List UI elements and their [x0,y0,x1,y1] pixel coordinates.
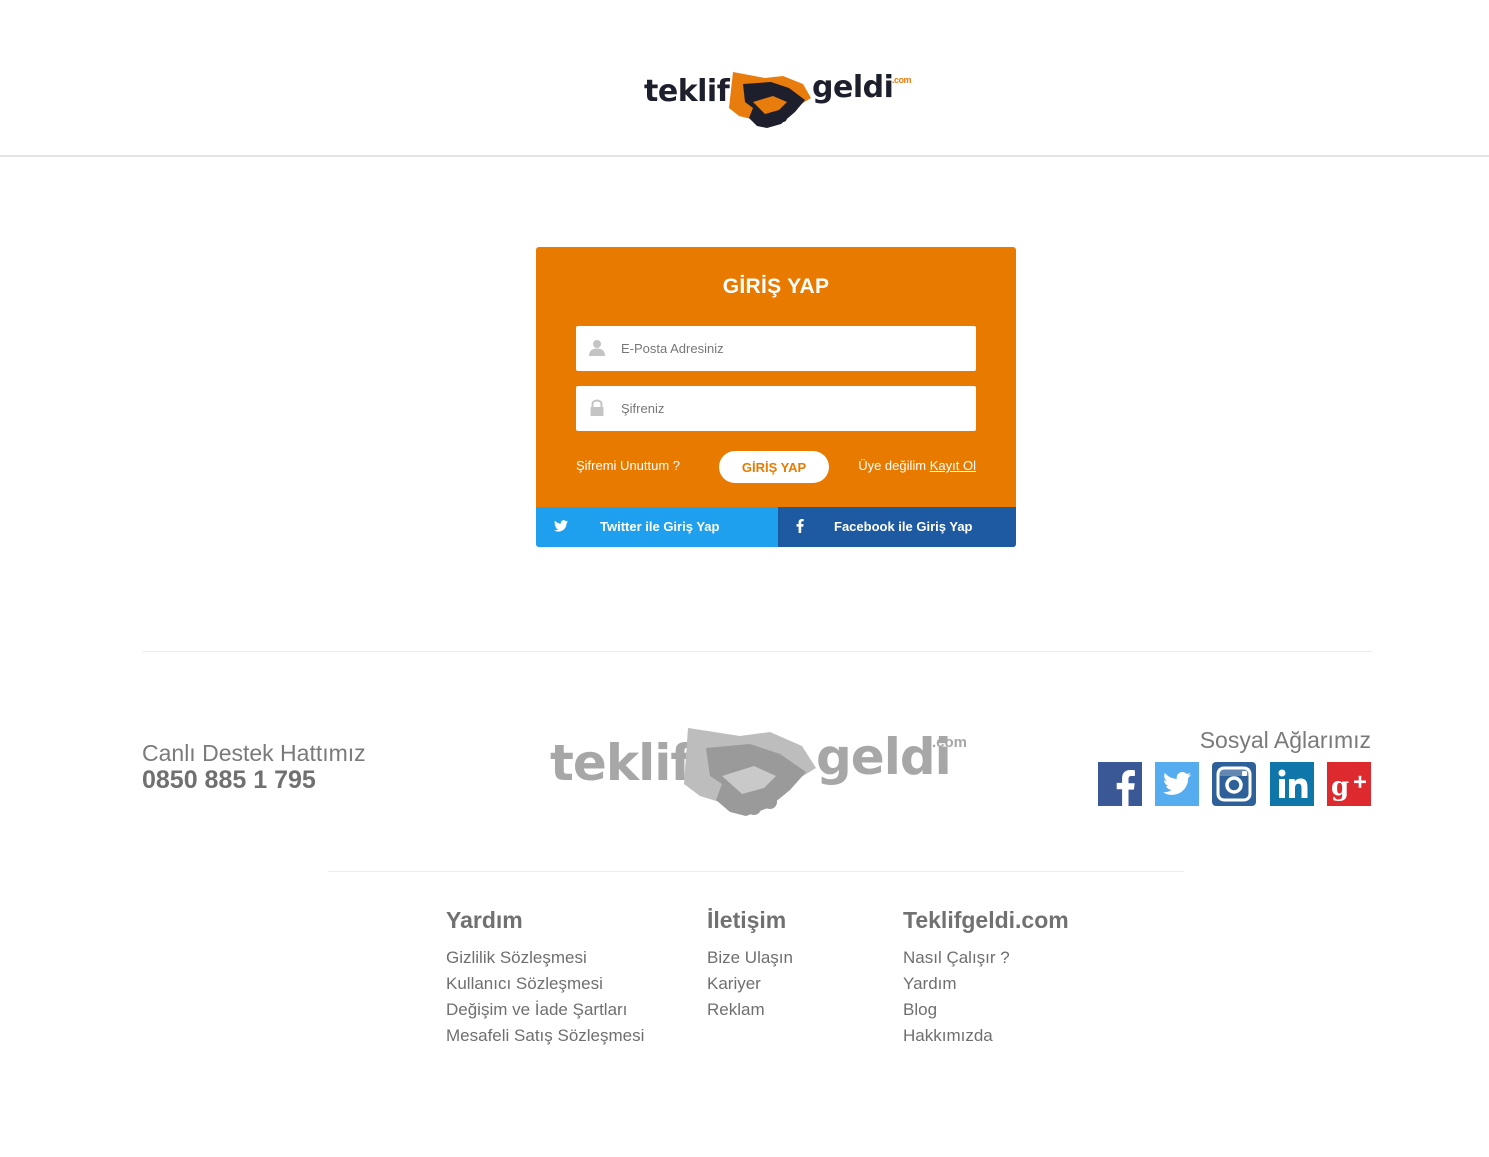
footer-logo-word-geldi: geldi [816,728,952,786]
footer-logo[interactable]: teklif geldi .com [548,722,968,822]
facebook-f-icon [796,519,804,533]
footer-link-item: Hakkımızda [903,1023,1069,1049]
site-logo[interactable]: teklif geldi .com [642,68,912,132]
logo-word-teklif: teklif [644,74,730,109]
logo-suffix: .com [892,75,912,85]
support-hotline-label: Canlı Destek Hattımız [142,740,366,766]
facebook-icon[interactable] [1098,762,1142,806]
footer-link-item: Kariyer [707,971,793,997]
footer-link[interactable]: Gizlilik Sözleşmesi [446,948,587,967]
not-member-label: Üye değilim [858,458,927,473]
social-networks-title: Sosyal Ağlarımız [1199,727,1371,753]
linkedin-icon[interactable] [1270,762,1314,806]
user-icon [589,340,605,356]
footer-link-item: Kullanıcı Sözleşmesi [446,971,644,997]
social-login-bar: Twitter ile Giriş Yap Facebook ile Giriş… [536,507,1016,547]
login-button[interactable]: GİRİŞ YAP [719,451,829,483]
footer-link[interactable]: Nasıl Çalışır ? [903,948,1010,967]
instagram-icon[interactable] [1212,762,1256,806]
footer-link[interactable]: Mesafeli Satış Sözleşmesi [446,1026,644,1045]
email-field[interactable] [576,326,976,371]
footer-link-item: Mesafeli Satış Sözleşmesi [446,1023,644,1049]
footer-column-title: Yardım [446,907,523,933]
footer-link-item: Blog [903,997,1069,1023]
logo-word-geldi: geldi [812,70,894,105]
footer-link-item: Bize Ulaşın [707,945,793,971]
twitter-login-label: Twitter ile Giriş Yap [600,519,720,534]
login-card: GİRİŞ YAP Şifremi Unuttum ? GİRİŞ YAP Üy… [536,247,1016,547]
handshake-icon [729,72,811,128]
footer-column-company: Teklifgeldi.com Nasıl Çalışır ? Yardım B… [903,906,1069,1049]
footer-link[interactable]: Bize Ulaşın [707,948,793,967]
footer-link[interactable]: Hakkımızda [903,1026,993,1045]
footer-link[interactable]: Yardım [903,974,957,993]
footer-link-item: Gizlilik Sözleşmesi [446,945,644,971]
footer-logo-word-teklif: teklif [550,734,692,792]
footer-column-help: Yardım Gizlilik Sözleşmesi Kullanıcı Söz… [446,906,644,1049]
footer-divider-bottom [328,871,1184,872]
footer-link[interactable]: Kullanıcı Sözleşmesi [446,974,603,993]
footer-link-item: Değişim ve İade Şartları [446,997,644,1023]
footer-link[interactable]: Kariyer [707,974,761,993]
footer-handshake-icon [684,728,816,816]
footer-link-item: Reklam [707,997,793,1023]
footer-divider-top [143,651,1372,652]
footer-column-title: Teklifgeldi.com [903,907,1069,933]
footer-link-item: Nasıl Çalışır ? [903,945,1069,971]
support-hotline-phone[interactable]: 0850 885 1 795 [142,766,316,795]
facebook-login-button[interactable]: Facebook ile Giriş Yap [778,507,1016,547]
login-title: GİRİŞ YAP [722,275,830,298]
forgot-password-link[interactable]: Şifremi Unuttum ? [576,458,680,473]
footer-link[interactable]: Blog [903,1000,937,1019]
password-field[interactable] [576,386,976,431]
twitter-bird-icon [554,520,568,532]
register-link[interactable]: Kayıt Ol [930,458,976,473]
site-header: teklif geldi .com [0,0,1489,157]
lock-icon [590,399,604,416]
google-plus-icon[interactable]: g [1327,762,1371,806]
footer-link[interactable]: Reklam [707,1000,765,1019]
footer-column-contact: İletişim Bize Ulaşın Kariyer Reklam [707,906,793,1023]
footer-link-item: Yardım [903,971,1069,997]
twitter-login-button[interactable]: Twitter ile Giriş Yap [536,507,778,547]
footer-logo-suffix: .com [932,734,968,751]
email-input[interactable] [621,326,961,371]
facebook-login-label: Facebook ile Giriş Yap [834,519,973,534]
footer-link[interactable]: Değişim ve İade Şartları [446,1000,627,1019]
register-prompt: Üye değilim Kayıt Ol [858,458,976,473]
password-input[interactable] [621,386,961,431]
svg-text:g: g [1331,772,1349,802]
twitter-icon[interactable] [1155,762,1199,806]
footer-column-title: İletişim [707,907,787,933]
